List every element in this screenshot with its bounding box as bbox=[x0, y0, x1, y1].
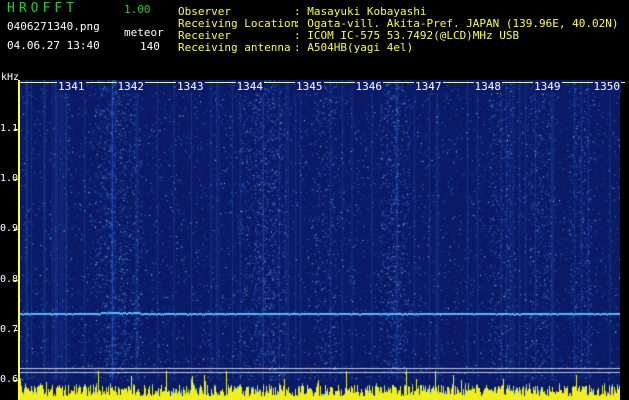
x-tick-label: 1344 bbox=[235, 80, 264, 93]
x-tick-label: 1342 bbox=[116, 80, 145, 93]
y-tick-mark bbox=[14, 179, 20, 180]
y-tick-mark bbox=[14, 229, 20, 230]
meteor-label: meteor bbox=[124, 26, 164, 39]
spectrogram-canvas bbox=[20, 80, 620, 400]
app-version: 1.00 bbox=[124, 3, 151, 16]
y-axis-line bbox=[18, 80, 20, 400]
x-tick-label: 1345 bbox=[295, 80, 324, 93]
y-tick-mark bbox=[14, 380, 20, 381]
header-panel: HROFFT 1.00 0406271340.png 04.06.27 13:4… bbox=[0, 0, 629, 76]
x-tick-label: 1346 bbox=[354, 80, 383, 93]
x-tick-label: 1348 bbox=[473, 80, 502, 93]
spectrogram-plot bbox=[20, 80, 620, 400]
unit-label: kHz bbox=[1, 72, 20, 83]
x-tick-label: 1347 bbox=[414, 80, 443, 93]
x-tick-label: 1349 bbox=[533, 80, 562, 93]
y-tick-mark bbox=[14, 330, 20, 331]
antenna-label: Receiving antenna bbox=[178, 41, 291, 54]
app-title: HROFFT bbox=[7, 1, 78, 16]
x-tick-label: 1341 bbox=[57, 80, 86, 93]
file-name: 0406271340.png bbox=[7, 20, 100, 33]
date-time: 04.06.27 13:40 bbox=[7, 39, 100, 52]
y-tick-mark bbox=[14, 129, 20, 130]
x-tick-label: 1350 bbox=[592, 80, 621, 93]
antenna-value: : A504HB(yagi 4el) bbox=[294, 41, 414, 54]
x-tick-label: 1343 bbox=[176, 80, 205, 93]
meteor-count: 140 bbox=[140, 40, 160, 53]
y-tick-mark bbox=[14, 280, 20, 281]
